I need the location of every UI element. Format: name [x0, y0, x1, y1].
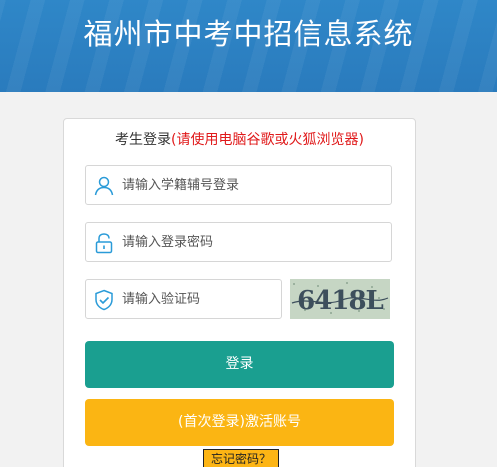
captcha-input[interactable]	[122, 280, 272, 318]
captcha-image[interactable]: 6418L	[290, 279, 390, 319]
user-icon	[93, 175, 115, 197]
password-field[interactable]	[85, 222, 392, 262]
forgot-password-link[interactable]: 忘记密码？	[203, 449, 279, 467]
header-banner: 福州市中考中招信息系统	[0, 0, 497, 92]
username-input[interactable]	[122, 166, 382, 204]
login-title: 考生登录	[115, 132, 172, 148]
shield-check-icon	[93, 289, 115, 311]
login-heading: 考生登录(请使用电脑谷歌或火狐浏览器)	[64, 130, 415, 150]
login-panel: 考生登录(请使用电脑谷歌或火狐浏览器) 请输入学籍辅号登录 请输入验证码 641…	[63, 118, 416, 467]
login-button[interactable]: 登录	[85, 341, 394, 388]
activate-account-button[interactable]: (首次登录)激活账号	[85, 399, 394, 446]
browser-hint: (请使用电脑谷歌或火狐浏览器)	[171, 132, 364, 148]
username-field[interactable]	[85, 165, 392, 205]
lock-icon	[93, 232, 115, 254]
password-input[interactable]	[122, 223, 382, 261]
captcha-field[interactable]	[85, 279, 282, 319]
page-title: 福州市中考中招信息系统	[83, 17, 414, 51]
